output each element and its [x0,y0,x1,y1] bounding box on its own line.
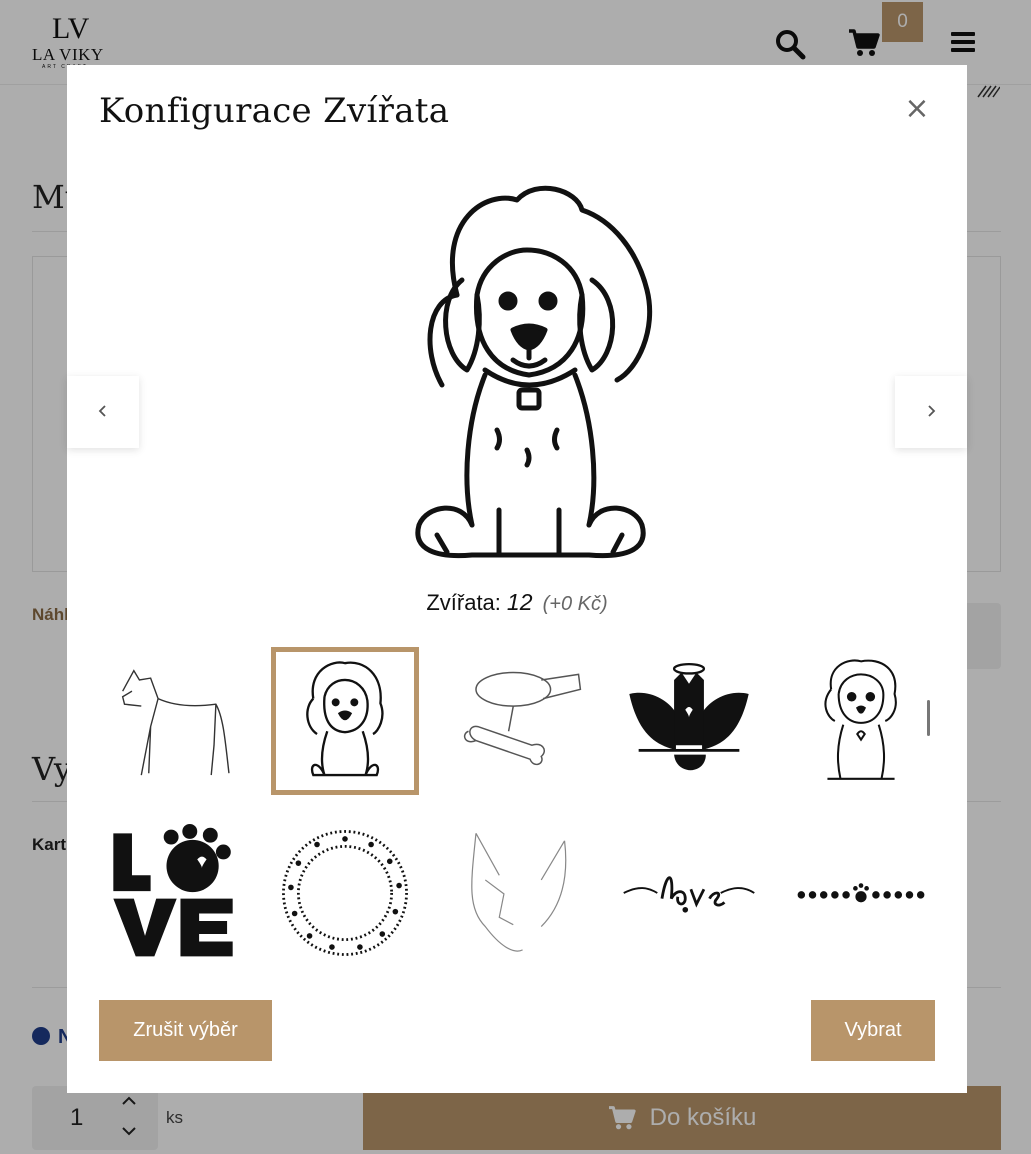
thumbnail-love-script[interactable] [615,819,763,967]
thumbnail-scrollbar[interactable] [927,700,930,736]
modal-title: Konfigurace Zvířata [99,91,450,131]
close-button[interactable]: × [903,94,931,124]
puppy-sitting-icon [306,661,384,777]
puppy-with-heart-icon [824,659,897,780]
great-dane-icon [121,669,230,776]
thumbnail-dog-head-lineart[interactable] [443,819,591,967]
thumbnail-puppy-sitting[interactable] [271,647,419,795]
chevron-right-icon [928,404,936,417]
love-script-icon [623,876,755,913]
selected-animal-preview [415,185,653,559]
thumbnail-paw-border[interactable] [787,819,935,967]
thumbnail-angel-dog-wings[interactable] [615,647,763,795]
chevron-left-icon [98,404,106,417]
animal-config-modal: Konfigurace Zvířata × Zvířata: 12 (+0 Kč… [67,65,967,1093]
select-button[interactable]: Vybrat [811,1000,935,1061]
clear-selection-button[interactable]: Zrušit výběr [99,1000,272,1061]
thumbnail-collar-and-bone[interactable] [443,647,591,795]
paw-wreath-icon [282,830,408,956]
thumbnail-paw-wreath[interactable] [271,819,419,967]
angel-dog-wings-icon [629,662,749,771]
dog-head-lineart-icon [471,833,567,952]
caption-price: (+0 Kč) [542,593,608,615]
thumbnail-great-dane[interactable] [99,647,247,795]
paw-border-icon [797,883,925,903]
previous-arrow-button[interactable] [67,376,139,448]
thumbnail-puppy-with-heart[interactable] [787,647,935,795]
love-paw-icon [113,824,233,957]
animal-thumbnail-grid [99,647,935,967]
caption-value: 12 [506,589,533,615]
collar-and-bone-icon [463,671,582,766]
thumbnail-love-paw[interactable] [99,819,247,967]
selection-caption: Zvířata: 12 (+0 Kč) [67,589,967,616]
next-arrow-button[interactable] [895,376,967,448]
caption-label: Zvířata: [426,590,501,615]
